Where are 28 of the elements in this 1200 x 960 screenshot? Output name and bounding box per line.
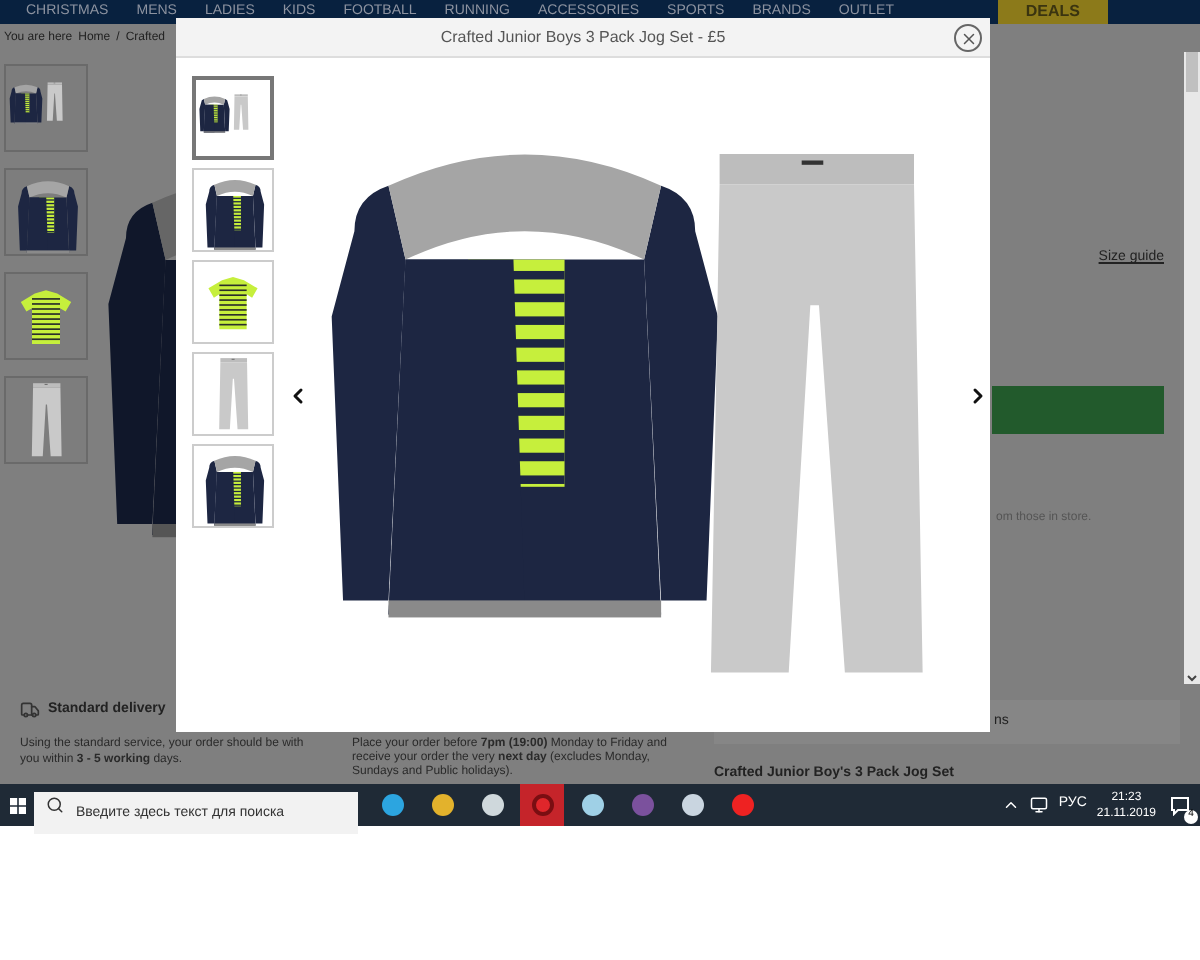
close-icon [959,29,977,47]
image-thumbnail[interactable] [192,352,274,436]
app-icon [481,794,503,816]
app-icon [531,794,553,816]
image-thumbnail[interactable] [192,260,274,344]
tray-chevron-icon[interactable] [1002,796,1021,814]
image-thumbnail[interactable] [192,168,274,252]
app-icon [381,794,403,816]
scroll-thumb[interactable] [1186,52,1198,92]
app-icon [681,794,703,816]
image-thumbnail[interactable] [192,444,274,528]
product-thumbnail[interactable] [4,376,88,464]
app-icon [731,794,753,816]
app-icon [581,794,603,816]
windows-icon [9,797,25,813]
message-icon [1170,795,1190,815]
modal-title: Crafted Junior Boys 3 Pack Jog Set - £5 [440,25,726,49]
product-thumbnail[interactable] [4,168,88,256]
truck-icon [20,700,40,721]
network-icon[interactable] [1030,796,1049,814]
close-button[interactable] [954,24,982,52]
image-thumbnail[interactable] [192,76,274,160]
search-icon [46,796,64,814]
product-thumbnail[interactable] [4,64,88,152]
app-icon [631,794,653,816]
scroll-down-icon [1186,672,1198,684]
product-thumbnail[interactable] [4,272,88,360]
app-icon [431,794,453,816]
